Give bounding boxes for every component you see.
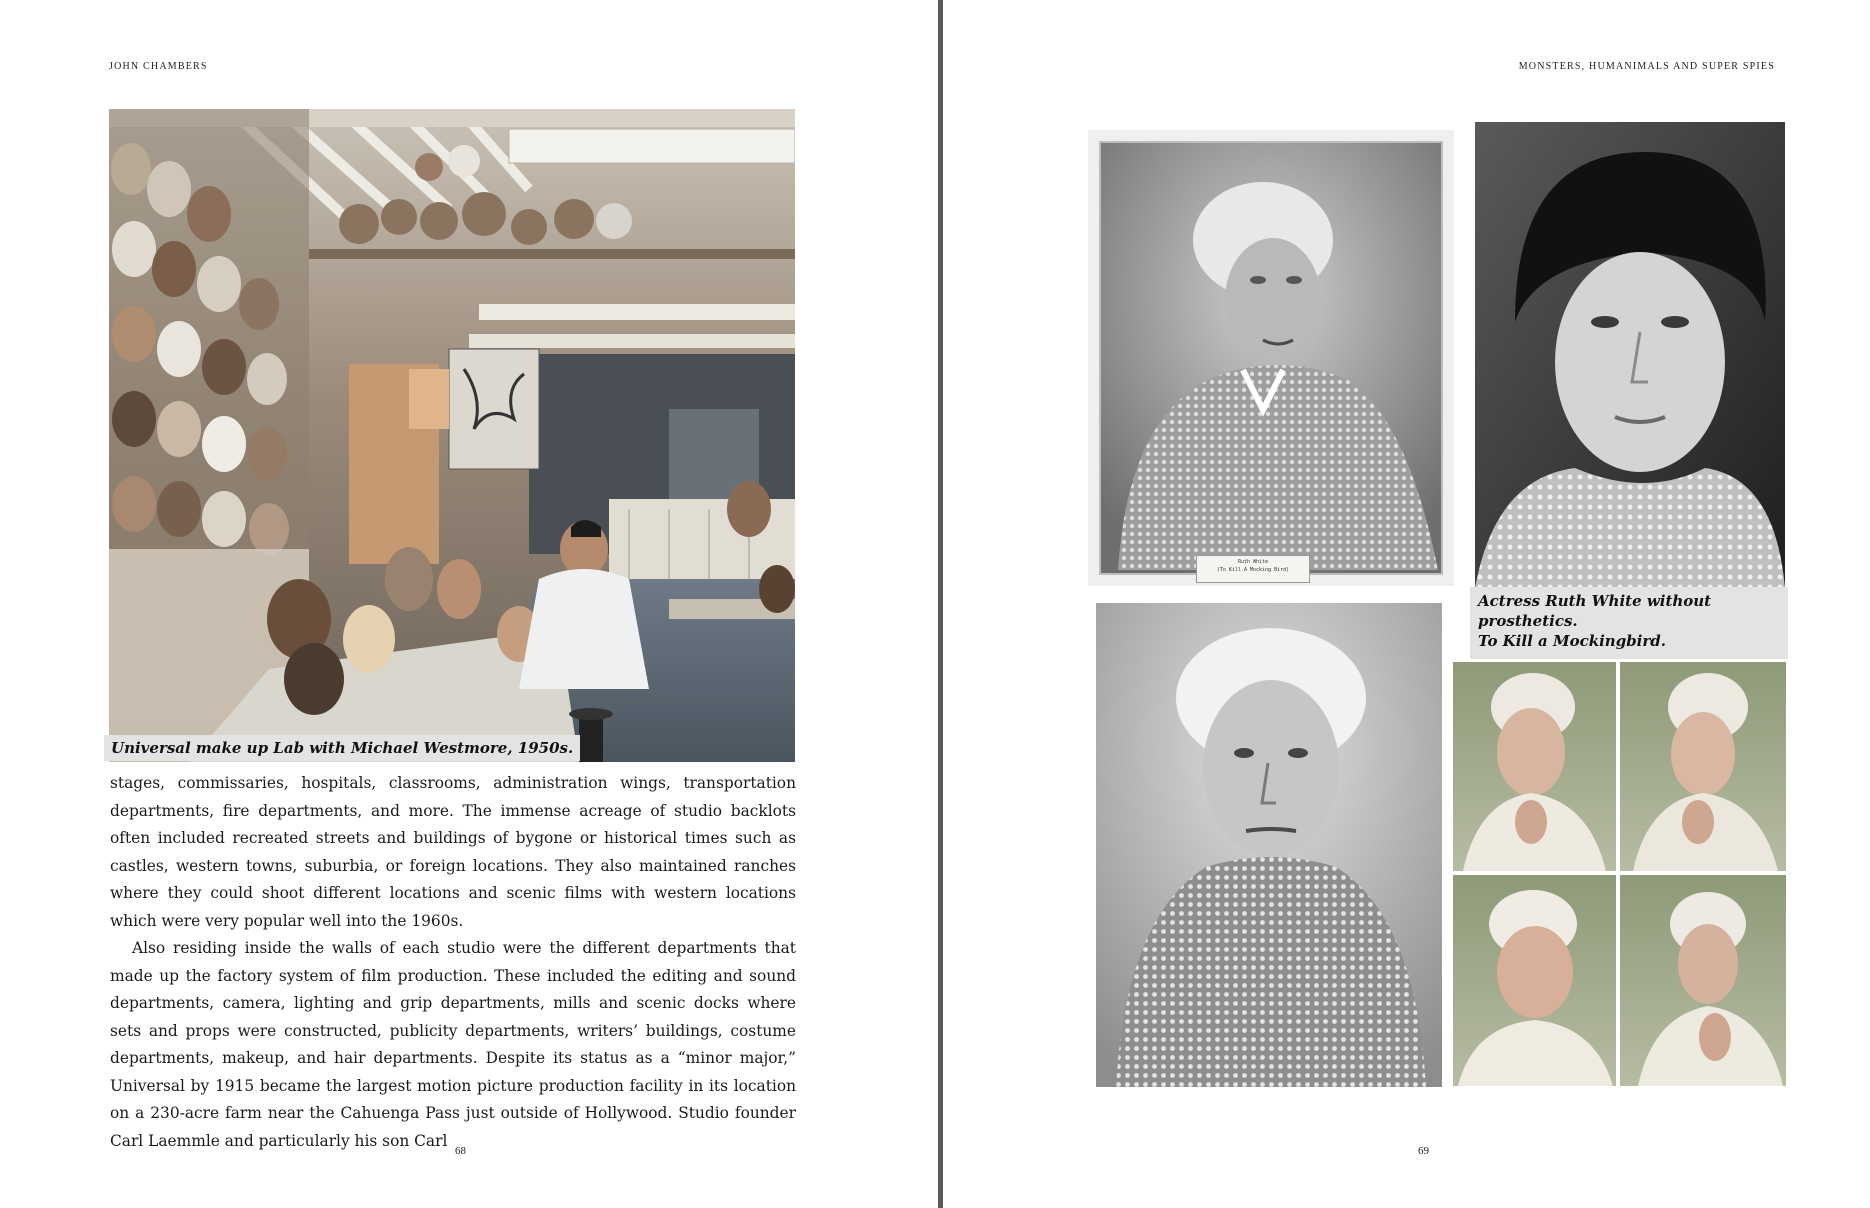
photo-id-card: Ruth White (To Kill A Mocking Bird)	[1196, 555, 1310, 583]
figure-caption-ruth-white: Actress Ruth White without prosthetics. …	[1470, 587, 1788, 659]
ruth-white-color-test-grid	[1453, 662, 1786, 1086]
running-head-right: MONSTERS, HUMANIMALS AND SUPER SPIES	[1518, 61, 1775, 72]
running-head-left: JOHN CHAMBERS	[109, 61, 208, 72]
color-test-shot-4	[1620, 875, 1786, 1086]
color-test-shot-3	[1453, 875, 1616, 1086]
book-spine-divider	[938, 0, 943, 1208]
right-page: MONSTERS, HUMANIMALS AND SUPER SPIES Rut…	[944, 0, 1870, 1208]
page-number-right: 69	[1418, 1145, 1429, 1157]
color-test-shot-2	[1620, 662, 1786, 871]
photo-label-film: (To Kill A Mocking Bird)	[1216, 567, 1290, 573]
paragraph-1: stages, commissaries, hospitals, classro…	[110, 774, 796, 930]
caption-text: Universal make up Lab with Michael Westm…	[111, 739, 574, 757]
paragraph-2: Also residing inside the walls of each s…	[110, 939, 796, 1150]
makeup-lab-photo	[109, 109, 795, 762]
body-text: stages, commissaries, hospitals, classro…	[110, 770, 796, 1155]
ruth-white-aged-portrait-photo	[1096, 603, 1442, 1087]
color-test-shot-1	[1453, 662, 1616, 871]
ruth-white-aged-photo-labeled: Ruth White (To Kill A Mocking Bird)	[1088, 130, 1454, 586]
page-number-left: 68	[455, 1145, 466, 1157]
caption-line-2: To Kill a Mockingbird.	[1478, 632, 1666, 650]
photo-label-name: Ruth White	[1237, 559, 1269, 565]
ruth-white-portrait-photo	[1475, 122, 1785, 588]
left-page: JOHN CHAMBERS Universal make up Lab with…	[0, 0, 938, 1208]
figure-caption-makeup-lab: Universal make up Lab with Michael Westm…	[104, 735, 581, 761]
caption-line-1: Actress Ruth White without prosthetics.	[1478, 592, 1712, 630]
